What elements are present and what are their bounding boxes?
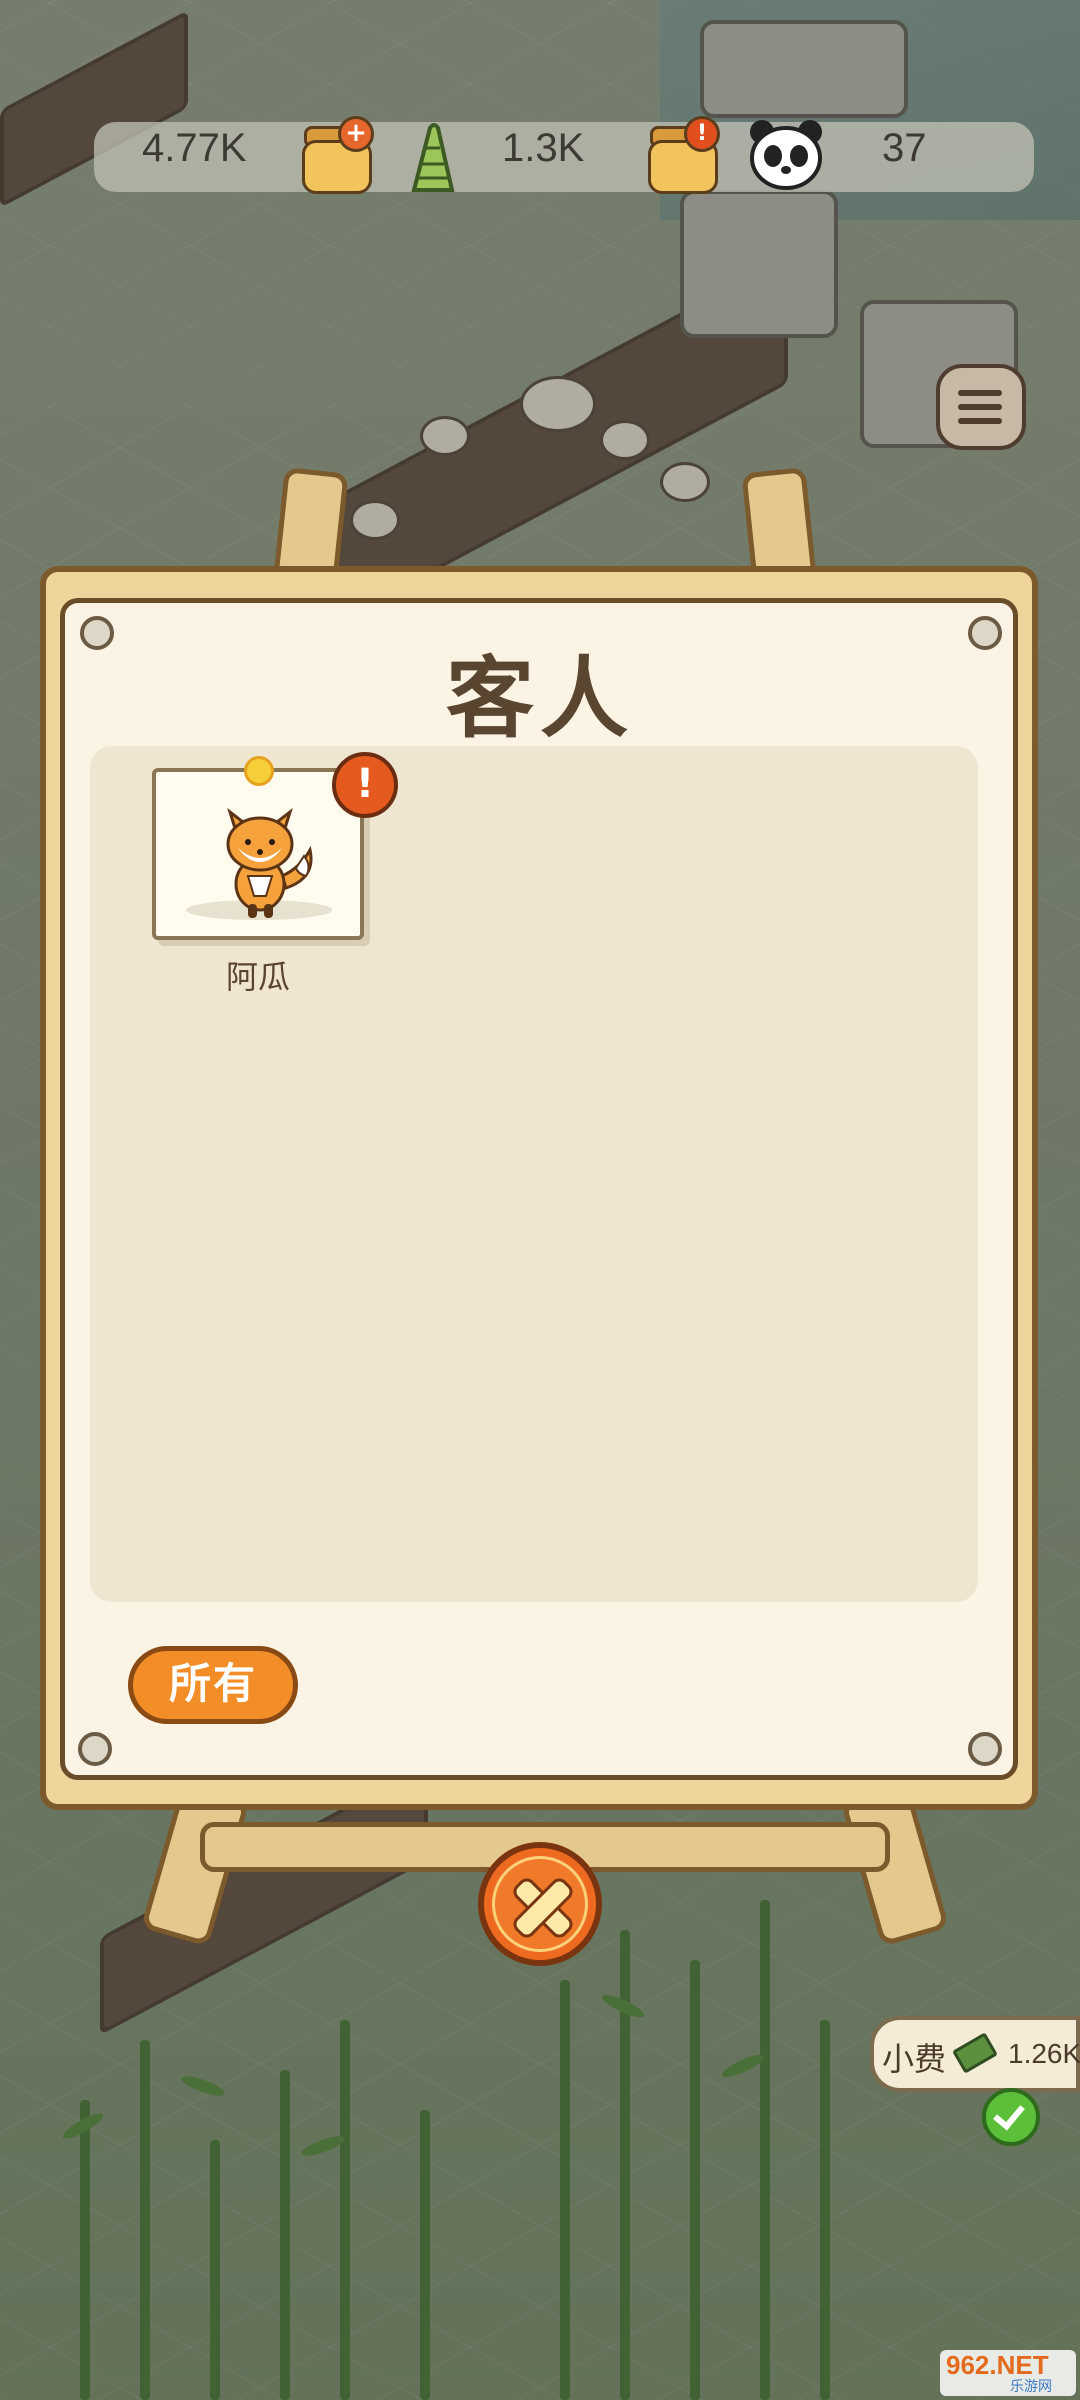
- fox-icon: [226, 807, 313, 918]
- panda-icon: [750, 120, 822, 190]
- watermark-subtext: 乐游网: [1010, 2379, 1052, 2395]
- close-button[interactable]: [478, 1842, 602, 1966]
- check-icon[interactable]: [982, 2088, 1040, 2146]
- alert-badge: !: [332, 752, 398, 818]
- pin-icon: [78, 1732, 112, 1766]
- panda-count: 37: [882, 126, 927, 170]
- guest-name: 阿瓜: [225, 958, 290, 996]
- tip-value: 1.26K: [1008, 2038, 1080, 2069]
- menu-list-button[interactable]: [936, 364, 1026, 450]
- honey-jar-alert-icon[interactable]: !: [644, 116, 720, 194]
- guest-card[interactable]: [152, 768, 364, 940]
- honey-jar-icon[interactable]: +: [298, 116, 374, 194]
- panel-title: 客人: [445, 647, 634, 750]
- tip-label: 小费: [882, 2040, 947, 2078]
- pin-icon: [968, 1732, 1002, 1766]
- filter-all-button[interactable]: 所有: [128, 1646, 298, 1724]
- coin-icon: [244, 756, 274, 786]
- bamboo-shoot-icon: [411, 123, 455, 192]
- bamboo-count: 1.3K: [502, 126, 585, 170]
- honey-count: 4.77K: [142, 126, 247, 170]
